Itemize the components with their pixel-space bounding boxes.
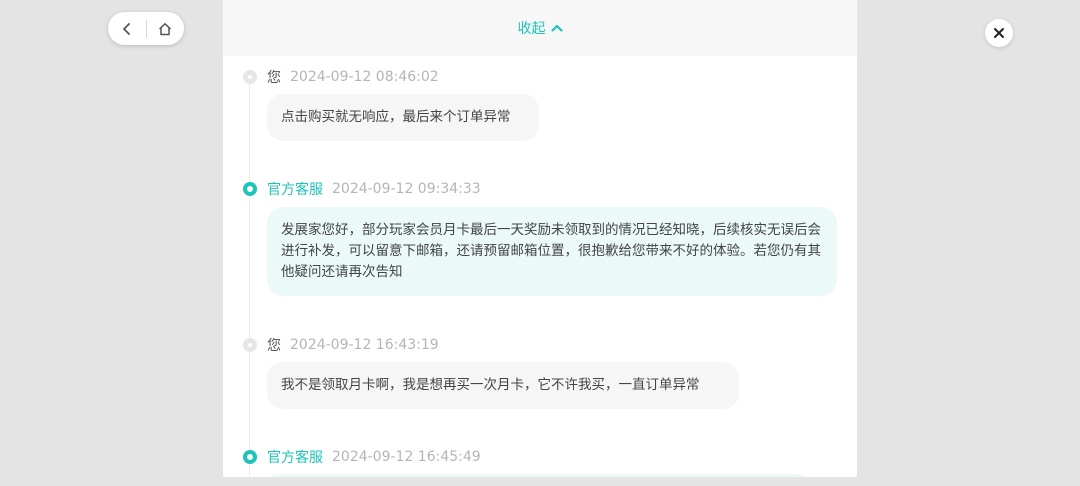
message-meta: 您 2024-09-12 16:43:19: [243, 335, 439, 355]
home-button[interactable]: [146, 12, 184, 45]
chat-history-panel: 收起 您 2024-09-12 08:46:02 点击购买就无响应，最后来个订单…: [223, 0, 857, 477]
close-button[interactable]: [985, 19, 1013, 47]
back-button[interactable]: [108, 12, 146, 45]
sender-name: 您: [267, 338, 281, 354]
chevron-left-icon: [122, 22, 130, 35]
sender-name: 官方客服: [267, 182, 323, 198]
close-icon: [994, 28, 1004, 38]
collapse-toggle[interactable]: 收起: [223, 0, 857, 56]
message-bubble: 点击购买就无响应，最后来个订单异常: [267, 94, 539, 141]
timeline-line: [249, 78, 250, 477]
message-bubble: 我不是领取月卡啊，我是想再买一次月卡，它不许我买，一直订单异常: [267, 362, 739, 409]
message-time: 2024-09-12 08:46:02: [290, 69, 439, 85]
sender-name: 您: [267, 70, 281, 86]
message-time: 2024-09-12 16:45:49: [332, 449, 481, 465]
chevron-up-icon: [550, 24, 563, 32]
nav-pill: [108, 12, 184, 45]
message-bubble: [267, 474, 807, 477]
home-icon: [159, 22, 172, 35]
message-meta: 官方客服 2024-09-12 16:45:49: [243, 447, 481, 467]
sender-name: 官方客服: [267, 450, 323, 466]
message-time: 2024-09-12 16:43:19: [290, 337, 439, 353]
collapse-label: 收起: [517, 21, 546, 37]
message-bubble: 发展家您好，部分玩家会员月卡最后一天奖励未领取到的情况已经知晓，后续核实无误后会…: [267, 207, 837, 296]
message-meta: 您 2024-09-12 08:46:02: [243, 67, 439, 87]
message-meta: 官方客服 2024-09-12 09:34:33: [243, 179, 481, 199]
message-time: 2024-09-12 09:34:33: [332, 181, 481, 197]
